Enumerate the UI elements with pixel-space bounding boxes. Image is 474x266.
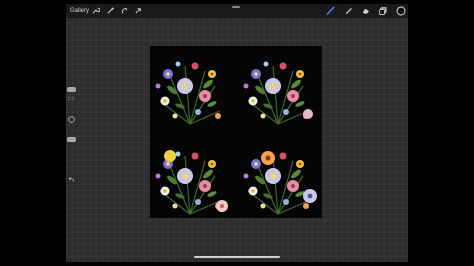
color-swatch-icon[interactable] — [396, 6, 406, 16]
eraser-icon[interactable] — [361, 6, 370, 15]
toolbar-grab-handle[interactable] — [232, 6, 240, 8]
layers-icon[interactable] — [379, 6, 388, 15]
eyedropper-button[interactable] — [68, 116, 75, 123]
wrench-icon[interactable] — [91, 6, 100, 15]
top-toolbar: Gallery — [66, 4, 408, 18]
left-sidebar — [66, 68, 76, 198]
transform-arrow-icon[interactable] — [134, 6, 143, 15]
opacity-slider[interactable] — [67, 137, 76, 142]
floral-bouquet-artwork — [154, 60, 317, 215]
brush-icon[interactable] — [326, 6, 335, 15]
selection-icon[interactable] — [120, 6, 129, 15]
smudge-icon[interactable] — [344, 6, 353, 15]
procreate-screen: Gallery — [66, 4, 408, 262]
gallery-button[interactable]: Gallery — [70, 6, 89, 16]
brush-size-slider[interactable] — [67, 87, 76, 92]
modify-button[interactable] — [68, 97, 74, 100]
undo-icon[interactable] — [68, 176, 75, 183]
home-indicator[interactable] — [194, 256, 280, 258]
canvas[interactable] — [150, 46, 322, 218]
magic-wand-icon[interactable] — [106, 6, 115, 15]
